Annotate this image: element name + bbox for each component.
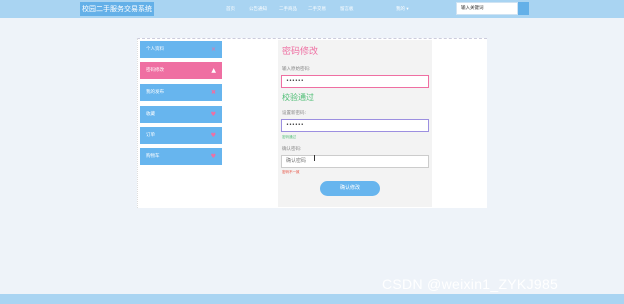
sidebar-item-label: 个人资料: [146, 47, 164, 52]
sidebar-item-profile[interactable]: 个人资料 ×: [140, 41, 222, 58]
user-menu[interactable]: 我的 ▾: [396, 6, 409, 12]
nav-goods[interactable]: 二手商品: [279, 6, 297, 12]
confirm-password-input[interactable]: 确认密码: [281, 155, 429, 168]
heart-icon: ♥: [210, 132, 216, 139]
nav-message-board[interactable]: 留言板: [340, 6, 354, 12]
original-password-input[interactable]: ••••••: [281, 75, 429, 88]
nav-trade[interactable]: 二手交易: [308, 6, 326, 12]
site-logo[interactable]: 校园二手服务交易系统: [80, 2, 154, 16]
sidebar-item-password[interactable]: 密码修改 ▲: [140, 62, 222, 79]
confirm-password-label: 确认密码:: [282, 147, 302, 152]
sidebar-item-orders[interactable]: 订单 ♥: [140, 127, 222, 144]
new-password-label: 设置新密码:: [282, 111, 307, 116]
sidebar-item-cart[interactable]: 购物车 ♥: [140, 148, 222, 165]
person-icon: ▲: [211, 67, 216, 74]
sidebar-item-label: 密码修改: [146, 68, 164, 73]
sidebar-item-favorites[interactable]: 收藏 ♥: [140, 106, 222, 123]
search-button[interactable]: [518, 2, 529, 15]
new-password-hint: 密码通过: [282, 135, 296, 139]
nav-announcements[interactable]: 公告通知: [249, 6, 267, 12]
sidebar-item-label: 购物车: [146, 154, 160, 159]
sidebar-item-label: 我的发布: [146, 90, 164, 95]
bottom-bar: [0, 294, 624, 304]
sidebar-item-label: 收藏: [146, 112, 155, 117]
sidebar-item-label: 订单: [146, 133, 155, 138]
page-title: 密码修改: [282, 47, 319, 57]
sidebar-item-my-posts[interactable]: 我的发布 ✖: [140, 84, 222, 101]
submit-button[interactable]: 确认修改: [320, 181, 380, 196]
heart-icon: ♥: [210, 153, 216, 160]
cross-icon: ✖: [210, 89, 216, 96]
new-password-input[interactable]: ••••••: [281, 119, 429, 132]
original-password-label: 输入原始密码:: [282, 67, 311, 72]
nav-home[interactable]: 首页: [226, 6, 235, 12]
watermark-text: CSDN @weixin1_ZYKJ985: [382, 276, 559, 292]
verify-status: 校验通过: [282, 93, 314, 102]
heart-icon: ♥: [210, 111, 216, 118]
confirm-password-hint: 密码不一致: [282, 170, 300, 174]
search-input[interactable]: 输入关键词: [456, 2, 518, 15]
text-cursor: [314, 155, 315, 161]
user-icon: ×: [210, 46, 216, 53]
